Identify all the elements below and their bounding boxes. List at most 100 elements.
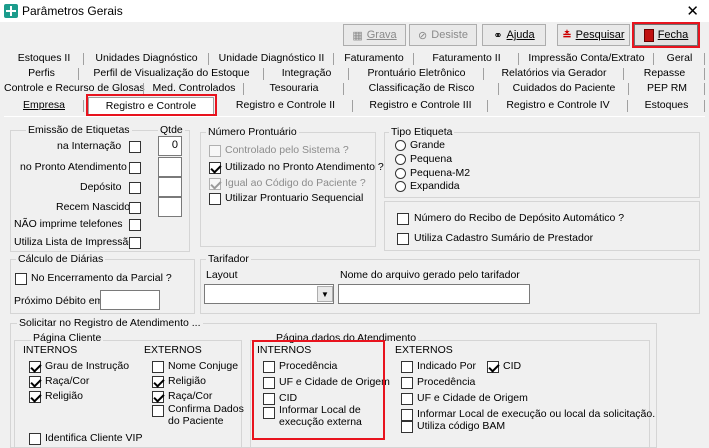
- checkbox-utilizado-pa[interactable]: [209, 162, 221, 174]
- checkbox-local-execucao-ext[interactable]: [401, 409, 413, 421]
- help-icon: ⚭: [493, 29, 503, 42]
- checkbox-procedencia-ext[interactable]: [401, 377, 413, 389]
- label-layout: Layout: [206, 269, 238, 281]
- qtde-label: Qtde: [158, 124, 185, 136]
- tab-repasse[interactable]: Repasse: [624, 67, 705, 81]
- label-controlado-sistema: Controlado pelo Sistema ?: [225, 144, 349, 156]
- window-title: Parâmetros Gerais: [22, 4, 123, 18]
- checkbox-recibo-deposito[interactable]: [397, 213, 409, 225]
- checkbox-controlado-sistema[interactable]: [209, 145, 221, 157]
- input-qtde-deposito[interactable]: [158, 177, 182, 197]
- label-raca-cor-int: Raça/Cor: [45, 375, 90, 387]
- tab-prontuario-eletronico[interactable]: Prontuário Eletrônico: [349, 67, 484, 81]
- tab-unidade-diagnostico-ii[interactable]: Unidade Diagnóstico II: [209, 52, 334, 66]
- tab-empresa[interactable]: Empresa: [4, 99, 84, 113]
- checkbox-raca-cor-int[interactable]: [29, 376, 41, 388]
- checkbox-sequencial[interactable]: [209, 193, 221, 205]
- checkbox-indicado-por[interactable]: [401, 361, 413, 373]
- checkbox-grau-instrucao[interactable]: [29, 361, 41, 373]
- label-nome-conjuge: Nome Conjuge: [168, 360, 239, 372]
- chevron-down-icon[interactable]: ▼: [317, 286, 333, 302]
- checkbox-nome-conjuge[interactable]: [152, 361, 164, 373]
- label-recem-nascido: Recem Nascido: [56, 201, 131, 213]
- label-grande: Grande: [410, 139, 446, 151]
- label-utilizado-pa: Utilizado no Pronto Atendimento ?: [225, 161, 384, 173]
- checkbox-confirma-dados[interactable]: [152, 405, 164, 417]
- input-qtde-recem-nascido[interactable]: [158, 197, 182, 217]
- input-proximo-debito[interactable]: [100, 290, 160, 310]
- tab-estoques[interactable]: Estoques: [628, 99, 705, 113]
- checkbox-religiao-int[interactable]: [29, 391, 41, 403]
- checkbox-igual-codigo[interactable]: [209, 178, 221, 190]
- tab-faturamento[interactable]: Faturamento: [334, 52, 414, 66]
- checkbox-cid-ext[interactable]: [487, 361, 499, 373]
- label-uf-cidade-ext: UF e Cidade de Origem: [417, 392, 528, 404]
- group-title-tipo-etiqueta: Tipo Etiqueta: [389, 126, 455, 138]
- checkbox-raca-cor-ext[interactable]: [152, 391, 164, 403]
- tab-geral[interactable]: Geral: [654, 52, 705, 66]
- desiste-button[interactable]: ⊘ Desiste: [409, 24, 477, 46]
- label-religiao-ext: Religião: [168, 375, 206, 387]
- group-title-pagina-cliente: Página Cliente: [31, 332, 104, 344]
- save-icon: ▦: [352, 29, 363, 42]
- checkbox-na-internacao[interactable]: [129, 141, 141, 153]
- pesquisar-button[interactable]: ≛ Pesquisar: [557, 24, 630, 46]
- tab-cuidados-paciente[interactable]: Cuidados do Paciente: [499, 82, 629, 96]
- input-nome-arquivo[interactable]: [338, 284, 530, 304]
- grava-button[interactable]: ▦ Grava: [343, 24, 406, 46]
- checkbox-codigo-bam[interactable]: [401, 421, 413, 433]
- label-nome-arquivo: Nome do arquivo gerado pelo tarifador: [340, 269, 520, 281]
- tab-row-2: Perfis Perfil de Visualização do Estoque…: [4, 67, 705, 81]
- radio-pequena[interactable]: [395, 154, 406, 165]
- ajuda-button[interactable]: ⚭ Ajuda: [482, 24, 546, 46]
- checkbox-pronto-atendimento[interactable]: [129, 162, 141, 174]
- close-icon[interactable]: ✕: [686, 2, 699, 20]
- checkbox-recem-nascido[interactable]: [129, 202, 141, 214]
- tab-row-1: Estoques II Unidades Diagnóstico Unidade…: [4, 52, 705, 66]
- label-raca-cor-ext: Raça/Cor: [168, 390, 213, 402]
- label-deposito: Depósito: [80, 181, 122, 193]
- label-pequena: Pequena: [410, 153, 453, 165]
- label-pronto-atendimento: no Pronto Atendimento: [20, 161, 127, 173]
- label-procedencia-ext: Procedência: [417, 376, 476, 388]
- tab-classificacao-risco[interactable]: Classificação de Risco: [344, 82, 499, 96]
- checkbox-uf-cidade-ext[interactable]: [401, 393, 413, 405]
- checkbox-lista-impressao[interactable]: [129, 237, 141, 249]
- tab-faturamento-ii[interactable]: Faturamento II: [414, 52, 519, 66]
- label-cid-ext: CID: [503, 360, 522, 372]
- radio-grande[interactable]: [395, 140, 406, 151]
- checkbox-deposito[interactable]: [129, 182, 141, 194]
- label-igual-codigo: Igual ao Código do Paciente ?: [225, 177, 366, 189]
- tab-registro-controle-ii[interactable]: Registro e Controle II: [218, 99, 353, 113]
- label-indicado-por: Indicado Por: [417, 360, 476, 372]
- group-title-tarifador: Tarifador: [206, 253, 251, 265]
- label-grau-instrucao: Grau de Instrução: [45, 360, 130, 372]
- radio-pequena-m2[interactable]: [395, 168, 406, 179]
- label-cli-internos: INTERNOS: [23, 344, 78, 356]
- select-layout[interactable]: [204, 284, 334, 304]
- tab-unidades-diagnostico[interactable]: Unidades Diagnóstico: [84, 52, 209, 66]
- tab-tesouraria[interactable]: Tesouraria: [244, 82, 344, 96]
- tab-impressao-conta[interactable]: Impressão Conta/Extrato: [519, 52, 654, 66]
- tab-relatorios-gerador[interactable]: Relatórios via Gerador: [484, 67, 624, 81]
- app-icon: [4, 4, 18, 18]
- search-icon: ≛: [562, 29, 572, 42]
- group-title-diarias: Cálculo de Diárias: [16, 253, 106, 265]
- checkbox-identifica-vip[interactable]: [29, 433, 41, 445]
- input-qtde-pa[interactable]: [158, 157, 182, 177]
- tab-integracao[interactable]: Integração: [264, 67, 349, 81]
- tab-registro-controle-iii[interactable]: Registro e Controle III: [353, 99, 488, 113]
- label-codigo-bam: Utiliza código BAM: [417, 420, 506, 432]
- checkbox-cadastro-sumario[interactable]: [397, 233, 409, 245]
- tab-perfil-visualizacao[interactable]: Perfil de Visualização do Estoque: [79, 67, 264, 81]
- tab-registro-controle-iv[interactable]: Registro e Controle IV: [488, 99, 628, 113]
- checkbox-nao-imprime[interactable]: [129, 219, 141, 231]
- tab-pep-rm[interactable]: PEP RM: [629, 82, 705, 96]
- tab-estoques-ii[interactable]: Estoques II: [4, 52, 84, 66]
- checkbox-religiao-ext[interactable]: [152, 376, 164, 388]
- checkbox-encerramento[interactable]: [15, 273, 27, 285]
- tab-perfis[interactable]: Perfis: [4, 67, 79, 81]
- input-qtde-internacao[interactable]: 0: [158, 136, 182, 156]
- radio-expandida[interactable]: [395, 181, 406, 192]
- label-cli-externos: EXTERNOS: [144, 344, 202, 356]
